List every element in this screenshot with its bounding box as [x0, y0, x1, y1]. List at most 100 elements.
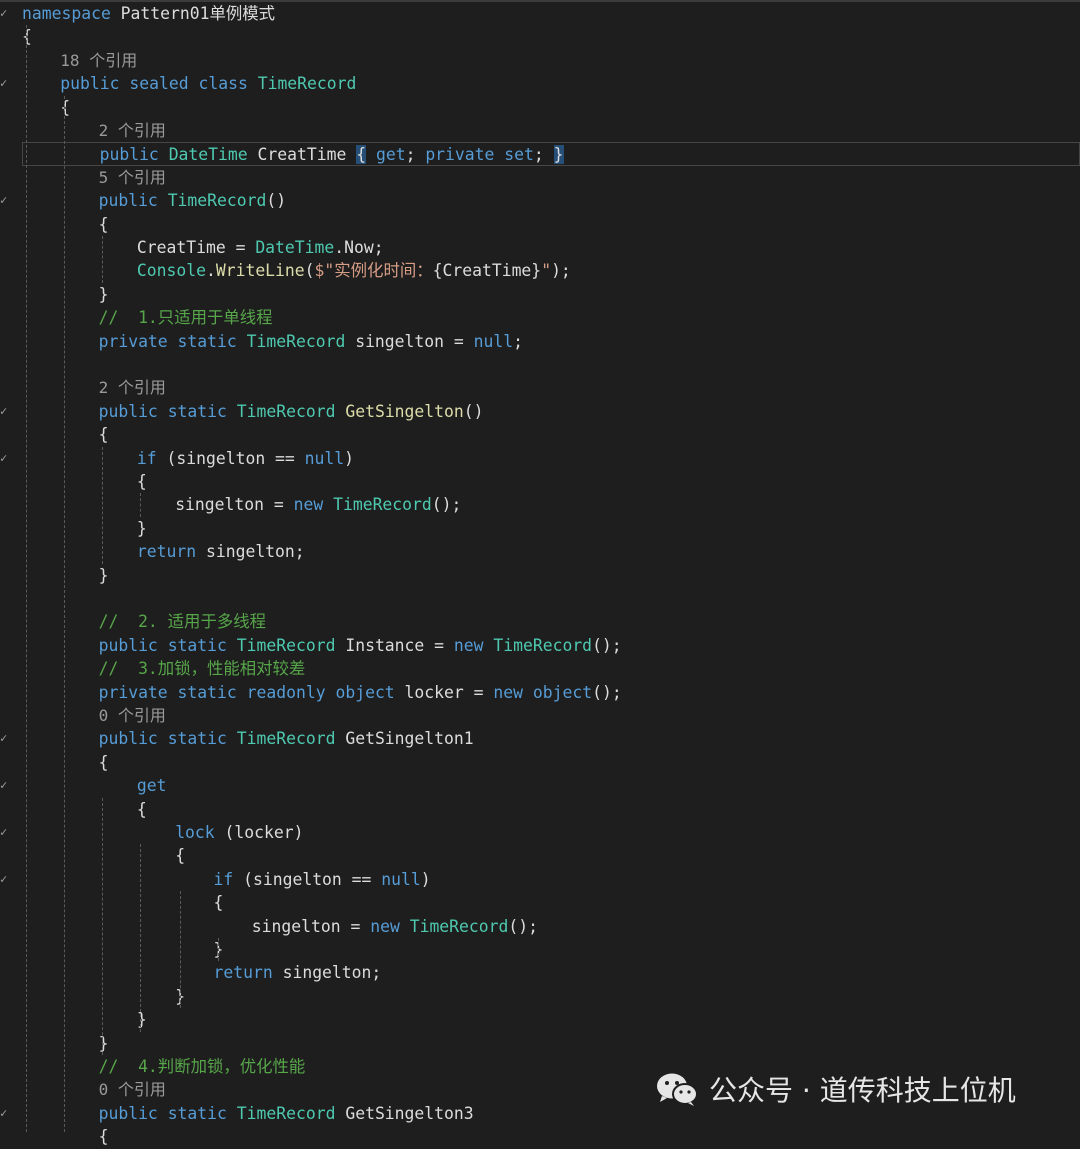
- code-line: public static TimeRecord Instance = new …: [0, 634, 1080, 657]
- line-content: 2 个引用: [98, 378, 166, 398]
- line-content: {: [137, 470, 147, 493]
- line-content: 0 个引用: [98, 1080, 166, 1100]
- keyword: static: [167, 729, 227, 749]
- code-text: {: [98, 214, 109, 234]
- code-line: // 1.只适用于单线程: [0, 306, 1080, 329]
- code-text: singelton;: [196, 542, 305, 562]
- code-line: Console.WriteLine($"实例化时间：{CreatTime}");: [0, 259, 1080, 282]
- type-name: TimeRecord: [236, 401, 336, 421]
- line-content: get: [137, 774, 167, 797]
- collapse-check-icon[interactable]: ✓: [0, 821, 10, 844]
- line-content: return singelton;: [137, 540, 305, 563]
- code-line: {: [0, 751, 1080, 774]
- keyword: static: [177, 682, 237, 702]
- type-name: TimeRecord: [236, 635, 336, 655]
- line-content: 0 个引用: [98, 706, 166, 725]
- string-literal: ": [541, 261, 552, 281]
- code-text: }: [98, 565, 109, 585]
- type-name: TimeRecord: [246, 331, 346, 351]
- indent-guide: [102, 236, 103, 283]
- code-text: }: [136, 518, 147, 538]
- collapse-check-icon[interactable]: ✓: [0, 1102, 10, 1125]
- code-line: ✓ get: [0, 774, 1080, 797]
- wechat-icon: [657, 1073, 698, 1106]
- line-content: }: [137, 517, 147, 540]
- collapse-check-icon[interactable]: ✓: [0, 400, 10, 423]
- code-text: {: [213, 893, 224, 913]
- collapse-check-icon[interactable]: ✓: [0, 868, 10, 891]
- keyword: public: [98, 635, 158, 655]
- line-content: {: [60, 96, 70, 119]
- code-text: GetSingelton3: [335, 1103, 474, 1123]
- reference-count[interactable]: 2 个引用: [0, 119, 1080, 142]
- reference-count[interactable]: 2 个引用: [0, 376, 1080, 399]
- method-name: WriteLine: [215, 261, 305, 281]
- reference-count[interactable]: 18 个引用: [0, 49, 1080, 72]
- code-line: return singelton;: [0, 540, 1080, 563]
- code-line: {: [0, 798, 1080, 821]
- code-text: (): [266, 191, 287, 211]
- code-text: singelton =: [251, 916, 371, 936]
- code-line: ✓ public TimeRecord(): [0, 189, 1080, 212]
- keyword: public: [60, 74, 120, 94]
- keyword: static: [167, 401, 227, 421]
- line-content: }: [99, 1032, 109, 1055]
- line-content: if (singelton == null): [137, 447, 354, 470]
- keyword: new: [293, 495, 324, 515]
- collapse-check-icon[interactable]: ✓: [0, 774, 10, 797]
- keyword: new: [370, 916, 400, 936]
- line-content: }: [137, 1008, 147, 1031]
- code-text: (singelton ==: [156, 448, 305, 468]
- code-editor[interactable]: ✓ namespace Pattern01单例模式{18 个引用 ✓ public s…: [0, 0, 1080, 1146]
- type-name: TimeRecord: [493, 635, 593, 655]
- keyword: return: [213, 963, 273, 983]
- reference-count[interactable]: 5 个引用: [0, 166, 1080, 189]
- code-line: ✓ if (singelton == null): [0, 868, 1080, 891]
- watermark-text: 公众号 · 道传科技上位机: [709, 1074, 1016, 1107]
- keyword: public: [98, 191, 158, 211]
- indent-guide: [218, 938, 219, 962]
- keyword: object: [532, 682, 593, 702]
- code-line: {: [0, 470, 1080, 493]
- code-line: }: [0, 985, 1080, 1008]
- collapse-check-icon[interactable]: ✓: [0, 447, 10, 470]
- keyword: get: [375, 145, 406, 165]
- keyword: private: [98, 682, 168, 702]
- code-text: }: [98, 284, 109, 304]
- keyword: class: [198, 74, 248, 94]
- keyword: object: [335, 682, 395, 702]
- keyword: get: [136, 776, 167, 796]
- line-content: // 3.加锁，性能相对较差: [99, 657, 306, 680]
- code-text: .: [205, 261, 216, 281]
- reference-count[interactable]: 0 个引用: [0, 704, 1080, 727]
- code-line: {: [0, 844, 1080, 867]
- code-line: {: [0, 25, 1080, 48]
- keyword: private: [425, 145, 495, 165]
- comment: // 2. 适用于多线程: [98, 612, 267, 632]
- line-content: public static TimeRecord GetSingelton1: [99, 727, 474, 750]
- code-line: }: [0, 517, 1080, 540]
- line-content: return singelton;: [214, 961, 382, 984]
- collapse-check-icon[interactable]: ✓: [0, 72, 10, 95]
- keyword: new: [493, 682, 523, 702]
- keyword: null: [304, 448, 345, 468]
- keyword: lock: [175, 823, 215, 842]
- code-text: (: [304, 261, 315, 281]
- code-text: {: [175, 846, 186, 866]
- comment: // 1.只适用于单线程: [98, 308, 273, 328]
- code-line: ✓ lock (locker): [0, 821, 1080, 844]
- collapse-check-icon[interactable]: ✓: [0, 189, 10, 212]
- code-text: {: [98, 425, 109, 445]
- collapse-check-icon[interactable]: ✓: [0, 2, 10, 25]
- code-text: ): [344, 448, 355, 468]
- code-text: ();: [431, 495, 462, 515]
- collapse-check-icon[interactable]: ✓: [0, 727, 10, 750]
- line-content: // 4.判断加锁，优化性能: [99, 1055, 306, 1078]
- code-line: }: [0, 1032, 1080, 1055]
